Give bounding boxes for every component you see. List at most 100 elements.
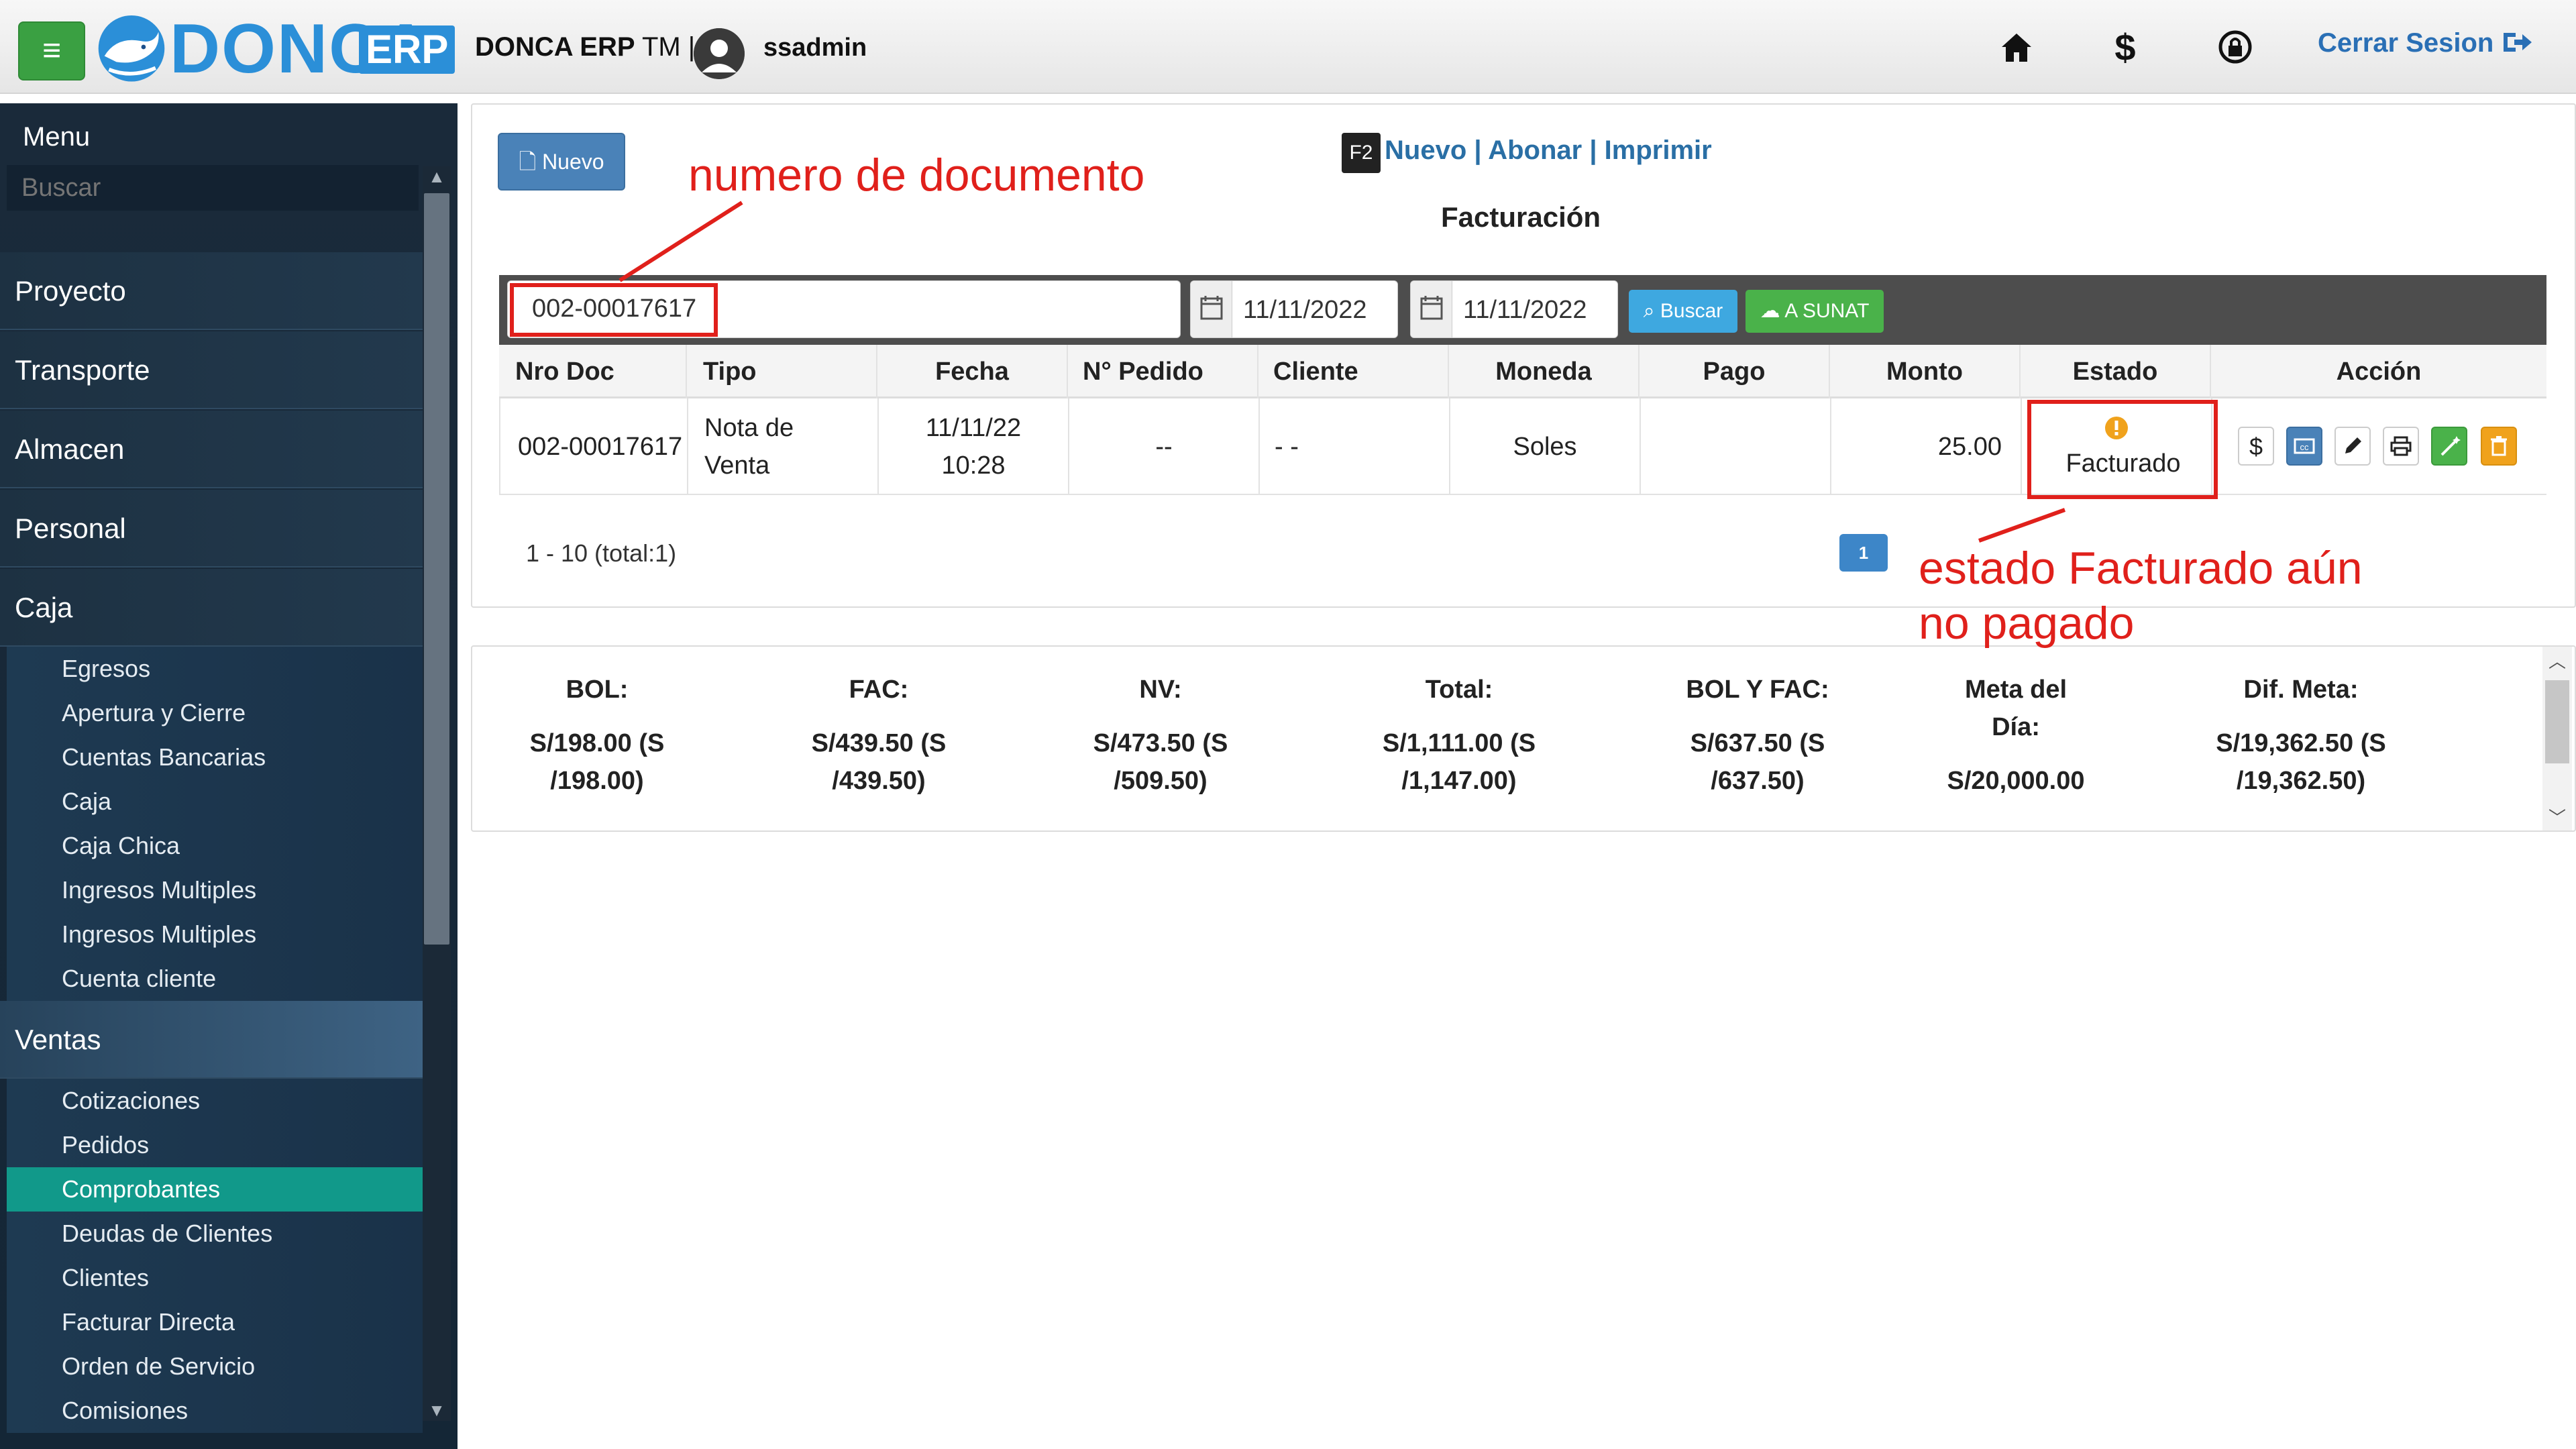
col-pedido[interactable]: N° Pedido bbox=[1068, 345, 1258, 398]
date-from-input[interactable]: 11/11/2022 bbox=[1190, 280, 1398, 338]
col-monto[interactable]: Monto bbox=[1830, 345, 2021, 398]
cell-pago bbox=[1641, 398, 1831, 495]
menu-toggle-button[interactable]: ≡ bbox=[18, 21, 85, 80]
summary-scrollbar[interactable]: ︿ ﹀ bbox=[2542, 647, 2572, 830]
edit-button[interactable] bbox=[2334, 427, 2371, 466]
delete-button[interactable] bbox=[2481, 427, 2517, 466]
col-estado[interactable]: Estado bbox=[2021, 345, 2211, 398]
sidebar-subitem-facturar[interactable]: Facturar Directa bbox=[7, 1300, 423, 1344]
link-nuevo[interactable]: Nuevo bbox=[1385, 136, 1466, 165]
tipo-line1: Nota de bbox=[704, 414, 794, 442]
logout-link[interactable]: Cerrar Sesion bbox=[2318, 28, 2534, 58]
link-abonar[interactable]: Abonar bbox=[1488, 136, 1582, 165]
credit-card-button[interactable]: cc bbox=[2286, 427, 2322, 466]
date-to-input[interactable]: 11/11/2022 bbox=[1410, 280, 1618, 338]
sidebar-item-ventas[interactable]: Ventas bbox=[0, 1001, 423, 1079]
search-icon: ⌕ bbox=[1643, 300, 1655, 322]
scroll-thumb[interactable] bbox=[424, 193, 449, 945]
annotation-box-doc bbox=[510, 283, 718, 337]
sidebar-scrollbar[interactable]: ▲ ▼ bbox=[423, 166, 451, 1421]
table-header: Nro Doc Tipo Fecha N° Pedido Cliente Mon… bbox=[499, 345, 2546, 398]
col-pago[interactable]: Pago bbox=[1640, 345, 1830, 398]
sidebar-subitem-pedidos[interactable]: Pedidos bbox=[7, 1123, 423, 1167]
sidebar-subitem-cuentas[interactable]: Cuentas Bancarias bbox=[7, 735, 423, 780]
col-nro-doc[interactable]: Nro Doc bbox=[499, 345, 687, 398]
pagination-summary: 1 - 10 (total:1) bbox=[526, 539, 677, 567]
sidebar-item-almacen[interactable]: Almacen bbox=[0, 411, 423, 488]
sidebar-search-input[interactable] bbox=[7, 165, 419, 211]
home-icon[interactable] bbox=[1996, 27, 2037, 67]
sunat-button[interactable]: ☁ A SUNAT bbox=[1746, 290, 1884, 333]
search-button-label: Buscar bbox=[1660, 300, 1723, 322]
search-button[interactable]: ⌕ Buscar bbox=[1629, 290, 1737, 333]
sidebar-subitem-comprobantes[interactable]: Comprobantes bbox=[7, 1167, 423, 1212]
sidebar-subitem-orden[interactable]: Orden de Servicio bbox=[7, 1344, 423, 1389]
action-links: Nuevo | Abonar | Imprimir bbox=[1385, 136, 1712, 166]
scroll-thumb[interactable] bbox=[2545, 680, 2569, 763]
sidebar-subitem-clientes[interactable]: Clientes bbox=[7, 1256, 423, 1300]
print-button[interactable] bbox=[2383, 427, 2419, 466]
link-imprimir[interactable]: Imprimir bbox=[1605, 136, 1712, 165]
sidebar-subitem-caja-chica[interactable]: Caja Chica bbox=[7, 824, 423, 868]
date-from-value: 11/11/2022 bbox=[1243, 296, 1367, 324]
cell-nro-doc: 002-00017617 bbox=[500, 398, 688, 495]
sidebar-subitem-deudas[interactable]: Deudas de Clientes bbox=[7, 1212, 423, 1256]
sidebar-item-caja[interactable]: Caja bbox=[0, 569, 423, 647]
sidebar-subitem-apertura[interactable]: Apertura y Cierre bbox=[7, 691, 423, 735]
sidebar-item-proyecto[interactable]: Proyecto bbox=[0, 252, 423, 330]
sidebar-subitem-cuenta-cliente[interactable]: Cuenta cliente bbox=[7, 957, 423, 1001]
col-fecha[interactable]: Fecha bbox=[877, 345, 1068, 398]
app-name: DONCA ERP bbox=[475, 32, 635, 62]
lock-refresh-icon[interactable] bbox=[2215, 27, 2255, 67]
scroll-down-icon[interactable]: ▼ bbox=[423, 1400, 451, 1421]
scroll-up-icon[interactable]: ▲ bbox=[423, 166, 451, 187]
avatar[interactable] bbox=[694, 28, 745, 79]
svg-text:cc: cc bbox=[2300, 442, 2310, 452]
page-1-button[interactable]: 1 bbox=[1839, 534, 1888, 572]
sidebar-subitem-comisiones[interactable]: Comisiones bbox=[7, 1389, 423, 1433]
whale-logo-icon bbox=[98, 15, 165, 82]
summary-label: FAC: bbox=[849, 676, 909, 704]
cell-fecha: 11/11/22 10:28 bbox=[879, 398, 1069, 495]
magic-wand-icon bbox=[2440, 436, 2461, 456]
col-moneda[interactable]: Moneda bbox=[1449, 345, 1640, 398]
summary-value-line2: /19,362.50) bbox=[2236, 767, 2366, 795]
sidebar-subitem-ingresos-1[interactable]: Ingresos Multiples bbox=[7, 868, 423, 912]
magic-button[interactable] bbox=[2431, 427, 2467, 466]
table-row[interactable]: 002-00017617 Nota de Venta 11/11/22 10:2… bbox=[499, 398, 2546, 495]
col-tipo[interactable]: Tipo bbox=[687, 345, 877, 398]
scroll-down-icon[interactable]: ﹀ bbox=[2542, 804, 2572, 829]
trash-icon bbox=[2491, 436, 2507, 456]
summary-label: BOL Y FAC: bbox=[1686, 676, 1829, 704]
link-separator: | bbox=[1474, 136, 1482, 165]
summary-value-line2: /198.00) bbox=[550, 767, 644, 795]
cloud-icon: ☁ bbox=[1760, 300, 1780, 322]
pay-button[interactable]: $ bbox=[2238, 427, 2274, 466]
summary-value-line2: /1,147.00) bbox=[1401, 767, 1517, 795]
fecha-line2: 10:28 bbox=[941, 451, 1006, 480]
dollar-icon[interactable]: $ bbox=[2105, 27, 2145, 67]
svg-text:$: $ bbox=[2114, 27, 2135, 67]
cell-tipo: Nota de Venta bbox=[688, 398, 879, 495]
sunat-button-label: A SUNAT bbox=[1784, 300, 1870, 322]
new-document-button[interactable]: 🗋 Nuevo bbox=[498, 133, 625, 191]
summary-label: Dif. Meta: bbox=[2243, 676, 2359, 704]
summary-label: Meta del bbox=[1964, 676, 2068, 704]
sidebar-item-transporte[interactable]: Transporte bbox=[0, 331, 423, 409]
date-to-value: 11/11/2022 bbox=[1463, 296, 1587, 324]
sidebar-subitem-caja[interactable]: Caja bbox=[7, 780, 423, 824]
sidebar-item-personal[interactable]: Personal bbox=[0, 490, 423, 568]
calendar-icon[interactable] bbox=[1191, 281, 1232, 337]
summary-label: NV: bbox=[1139, 676, 1182, 704]
sidebar-subitem-ingresos-2[interactable]: Ingresos Multiples bbox=[7, 912, 423, 957]
summary-label-2: Día: bbox=[1992, 713, 2040, 741]
summary-dif-meta: Dif. Meta: S/19,362.50 (S /19,362.50) bbox=[2200, 671, 2402, 800]
scroll-up-icon[interactable]: ︿ bbox=[2542, 648, 2572, 673]
sidebar-subitem-cotizaciones[interactable]: Cotizaciones bbox=[7, 1079, 423, 1123]
calendar-icon[interactable] bbox=[1411, 281, 1452, 337]
tipo-line2: Venta bbox=[704, 451, 770, 480]
logout-label: Cerrar Sesion bbox=[2318, 28, 2494, 58]
col-cliente[interactable]: Cliente bbox=[1258, 345, 1449, 398]
sidebar-subitem-egresos[interactable]: Egresos bbox=[7, 647, 423, 691]
annotation-box-estado bbox=[2027, 400, 2218, 499]
